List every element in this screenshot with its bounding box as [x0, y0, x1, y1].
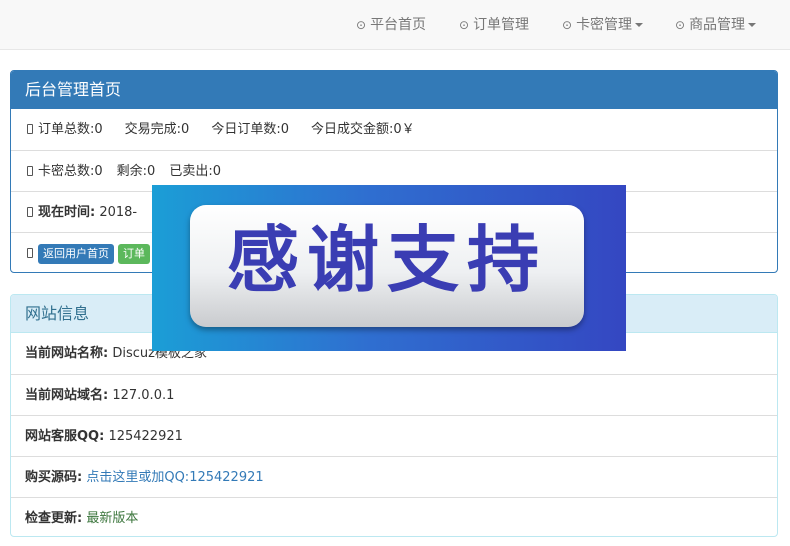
- buy-source-link[interactable]: 点击这里或加QQ:125422921: [86, 470, 263, 485]
- current-time-value: 2018-: [99, 205, 138, 220]
- total-cards: 卡密总数:0: [38, 164, 103, 179]
- square-icon: [27, 206, 33, 217]
- banner-plate: 感谢支持: [190, 205, 584, 327]
- caret-down-icon: [748, 23, 757, 27]
- circle-dot-icon: ⊙: [562, 18, 573, 32]
- current-time-label: 现在时间:: [38, 205, 96, 220]
- caret-down-icon: [635, 23, 644, 27]
- top-navbar: ⊙ 平台首页 ⊙ 订单管理 ⊙ 卡密管理 ⊙ 商品管理: [0, 0, 790, 50]
- support-qq-label: 网站客服QQ:: [25, 429, 105, 444]
- check-update-row: 检查更新: 最新版本: [11, 497, 777, 536]
- check-update-label: 检查更新:: [25, 511, 83, 526]
- site-domain-value: 127.0.0.1: [112, 388, 175, 403]
- nav-products-dropdown[interactable]: ⊙ 商品管理: [675, 0, 757, 50]
- today-orders: 今日订单数:0: [211, 122, 289, 137]
- order-stats-row: 订单总数:0 交易完成:0 今日订单数:0 今日成交金额:0￥: [11, 109, 777, 150]
- total-orders: 订单总数:0: [38, 122, 103, 137]
- thanks-text: 感谢支持: [226, 218, 547, 302]
- latest-version-status: 最新版本: [86, 511, 139, 526]
- site-domain-label: 当前网站域名:: [25, 388, 109, 403]
- nav-cards-dropdown[interactable]: ⊙ 卡密管理: [562, 0, 644, 50]
- buy-source-row: 购买源码: 点击这里或加QQ:125422921: [11, 456, 777, 497]
- circle-dot-icon: ⊙: [356, 18, 367, 32]
- site-name-label: 当前网站名称:: [25, 346, 109, 361]
- buy-source-label: 购买源码:: [25, 470, 83, 485]
- admin-panel-title: 后台管理首页: [11, 71, 777, 109]
- nav-home-label: 平台首页: [370, 17, 427, 33]
- support-qq-value: 125422921: [108, 429, 183, 444]
- orders-button[interactable]: 订单: [118, 243, 150, 264]
- sold-cards: 已卖出:0: [169, 164, 221, 179]
- remaining-cards: 剩余:0: [116, 164, 156, 179]
- site-domain-row: 当前网站域名: 127.0.0.1: [11, 374, 777, 415]
- square-icon: [27, 247, 33, 258]
- square-icon: [27, 165, 33, 176]
- nav-orders-label: 订单管理: [473, 17, 530, 33]
- completed-orders: 交易完成:0: [124, 122, 190, 137]
- today-amount: 今日成交金额:0￥: [310, 122, 415, 137]
- nav-orders[interactable]: ⊙ 订单管理: [459, 0, 529, 50]
- support-qq-row: 网站客服QQ: 125422921: [11, 415, 777, 456]
- nav-home[interactable]: ⊙ 平台首页: [356, 0, 426, 50]
- thanks-banner-overlay: 感谢支持: [152, 185, 626, 351]
- circle-dot-icon: ⊙: [459, 18, 470, 32]
- back-to-user-home-button[interactable]: 返回用户首页: [38, 243, 114, 264]
- square-icon: [27, 123, 33, 134]
- nav-products-label: 商品管理: [689, 17, 746, 33]
- circle-dot-icon: ⊙: [675, 18, 686, 32]
- nav-cards-label: 卡密管理: [576, 17, 633, 33]
